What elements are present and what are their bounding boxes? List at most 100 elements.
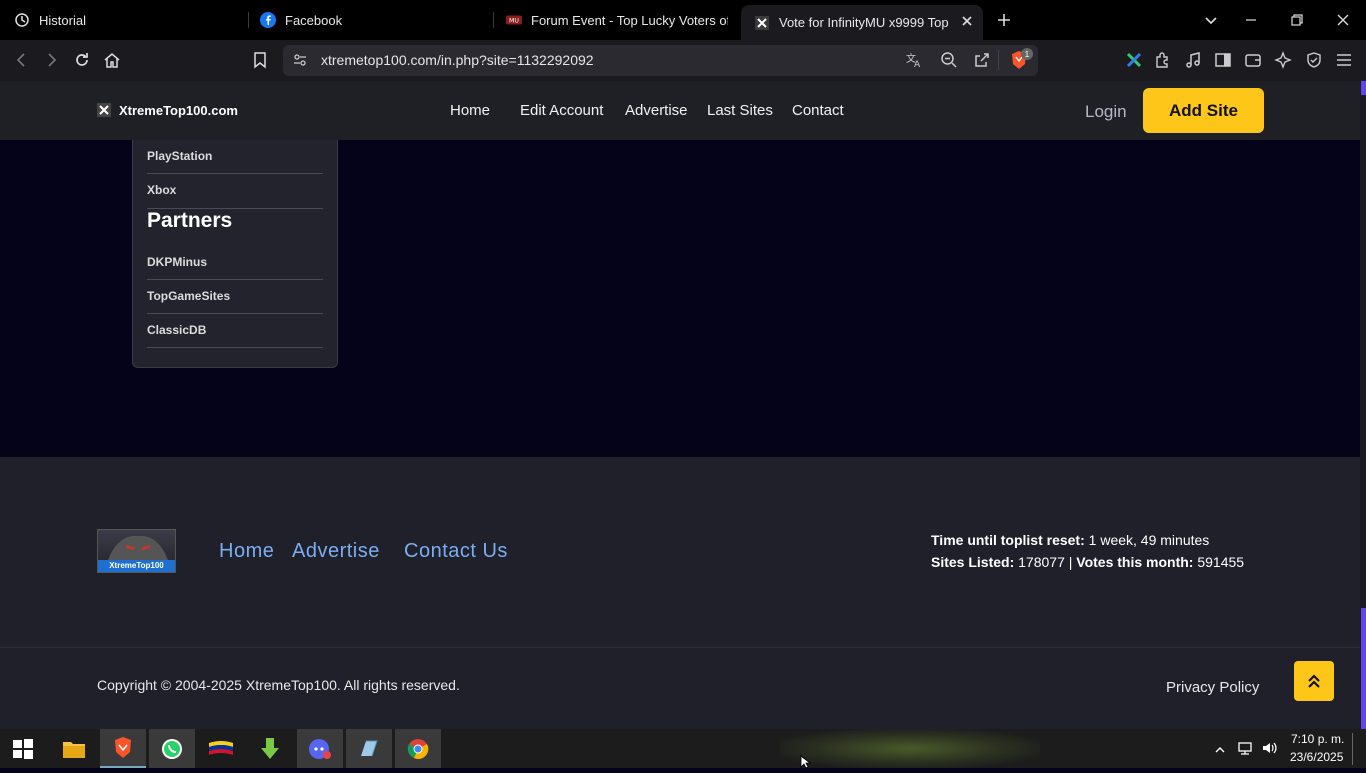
reset-timer: Time until toplist reset: 1 week, 49 min…: [931, 532, 1209, 548]
facebook-icon: [260, 12, 276, 28]
scrollbar-thumb[interactable]: [1361, 608, 1366, 729]
tab-facebook[interactable]: Facebook: [260, 0, 485, 40]
nav-contact[interactable]: Contact: [792, 102, 844, 119]
footer-link-home[interactable]: Home: [219, 540, 274, 563]
url-text[interactable]: xtremetop100.com/in.php?site=1132292092: [321, 52, 594, 68]
extension-x-icon[interactable]: [1125, 51, 1143, 74]
download-arrow-icon: [261, 737, 279, 759]
site-brand[interactable]: XtremeTop100.com: [119, 103, 238, 118]
double-chevron-up-icon: [1308, 674, 1320, 688]
category-playstation[interactable]: PlayStation: [147, 149, 212, 163]
divider: [147, 279, 323, 280]
partner-dkpminus[interactable]: DKPMinus: [147, 255, 207, 269]
windows-icon: [13, 738, 33, 759]
clock-time[interactable]: 7:10 p. m.: [1291, 732, 1344, 746]
site-logo-icon[interactable]: [97, 103, 111, 117]
divider: [147, 173, 323, 174]
tab-label: Facebook: [285, 12, 343, 28]
taskbar-whatsapp[interactable]: [149, 729, 195, 768]
category-xbox[interactable]: Xbox: [147, 183, 176, 197]
restore-icon[interactable]: [1274, 0, 1320, 40]
tab-label: Vote for InfinityMU x9999 Top S: [779, 15, 951, 30]
start-button[interactable]: [0, 729, 46, 768]
taskbar-brave[interactable]: [100, 729, 146, 768]
brave-icon: [115, 736, 131, 758]
sites-value: 178077: [1018, 554, 1065, 570]
nav-home[interactable]: Home: [450, 102, 490, 119]
tab-forum-event[interactable]: MU Forum Event - Top Lucky Voters of Ju: [506, 0, 728, 40]
close-tab-icon[interactable]: [961, 15, 973, 30]
extensions-icon[interactable]: [1154, 51, 1172, 74]
partner-topgamesites[interactable]: TopGameSites: [147, 289, 230, 303]
taskbar-app-blue[interactable]: [346, 729, 392, 768]
taskbar-discord[interactable]: [297, 729, 343, 768]
flag-icon: [209, 740, 233, 755]
chrome-icon: [407, 738, 429, 759]
clock-date[interactable]: 23/6/2025: [1290, 750, 1343, 764]
taskbar-venezuela-app[interactable]: [198, 729, 244, 768]
tab-separator: [493, 12, 494, 28]
folder-icon: [63, 741, 85, 758]
forward-icon[interactable]: [38, 47, 64, 73]
bookmark-icon[interactable]: [247, 47, 273, 73]
divider: [147, 313, 323, 314]
minimize-icon[interactable]: [1228, 0, 1274, 40]
home-icon[interactable]: [99, 47, 125, 73]
login-link[interactable]: Login: [1085, 102, 1127, 122]
site-settings-icon[interactable]: [292, 52, 308, 73]
volume-icon[interactable]: [1261, 740, 1279, 761]
tab-vote-infinitymu[interactable]: Vote for InfinityMU x9999 Top S: [741, 5, 983, 40]
taskbar-downloader[interactable]: [247, 729, 293, 768]
media-icon[interactable]: [1184, 51, 1202, 74]
footer-logo-art: [108, 535, 168, 560]
tab-historial[interactable]: Historial: [14, 0, 244, 40]
leo-ai-icon[interactable]: [1274, 51, 1292, 74]
votes-value: 591455: [1197, 554, 1245, 570]
zoom-out-icon[interactable]: [940, 51, 958, 74]
shields-badge: 1: [1021, 48, 1033, 60]
nav-advertise[interactable]: Advertise: [625, 102, 688, 119]
menu-icon[interactable]: [1335, 51, 1353, 74]
wallet-icon[interactable]: [1244, 51, 1262, 74]
brave-shields-icon[interactable]: 1: [1009, 48, 1033, 71]
network-icon[interactable]: [1237, 740, 1255, 761]
taskbar-wallpaper-glimpse: [780, 729, 1040, 768]
whatsapp-icon: [162, 738, 182, 759]
translate-icon[interactable]: 文A: [905, 51, 923, 74]
app-icon: [361, 740, 378, 756]
taskbar-chrome[interactable]: [395, 729, 441, 768]
svg-text:A: A: [914, 60, 921, 69]
footer-link-advertise[interactable]: Advertise: [292, 540, 380, 563]
votes-label: Votes this month:: [1076, 554, 1194, 570]
footer-link-contact-us[interactable]: Contact Us: [404, 540, 508, 563]
scrollbar-top-indicator: [1361, 81, 1366, 95]
nav-edit-account[interactable]: Edit Account: [520, 102, 603, 119]
sidebar-toggle-icon[interactable]: [1214, 51, 1232, 74]
history-icon: [14, 12, 30, 28]
vpn-icon[interactable]: [1305, 51, 1323, 74]
close-window-icon[interactable]: [1320, 0, 1366, 40]
add-site-button[interactable]: Add Site: [1143, 88, 1264, 133]
discord-icon: [309, 738, 331, 759]
new-tab-icon[interactable]: [994, 10, 1014, 30]
tab-separator: [248, 12, 249, 28]
share-icon[interactable]: [973, 51, 991, 74]
mouse-cursor-icon: [800, 755, 812, 773]
show-desktop-button[interactable]: [1352, 733, 1362, 765]
footer-logo-text: XtremeTop100: [98, 560, 175, 572]
xtremetop-icon: [754, 15, 770, 31]
tray-expand-icon[interactable]: [1215, 742, 1225, 760]
footer-logo[interactable]: XtremeTop100: [97, 529, 176, 573]
privacy-policy-link[interactable]: Privacy Policy: [1166, 679, 1259, 696]
back-to-top-button[interactable]: [1294, 661, 1334, 701]
forum-icon: MU: [506, 12, 522, 28]
copyright-text: Copyright © 2004-2025 XtremeTop100. All …: [97, 677, 460, 693]
nav-last-sites[interactable]: Last Sites: [707, 102, 773, 119]
address-divider: [998, 50, 999, 70]
svg-text:MU: MU: [509, 18, 519, 25]
reload-icon[interactable]: [69, 47, 95, 73]
partner-classicdb[interactable]: ClassicDB: [147, 323, 206, 337]
taskbar-file-explorer[interactable]: [51, 729, 97, 768]
back-icon[interactable]: [9, 47, 35, 73]
footer: [0, 457, 1360, 647]
